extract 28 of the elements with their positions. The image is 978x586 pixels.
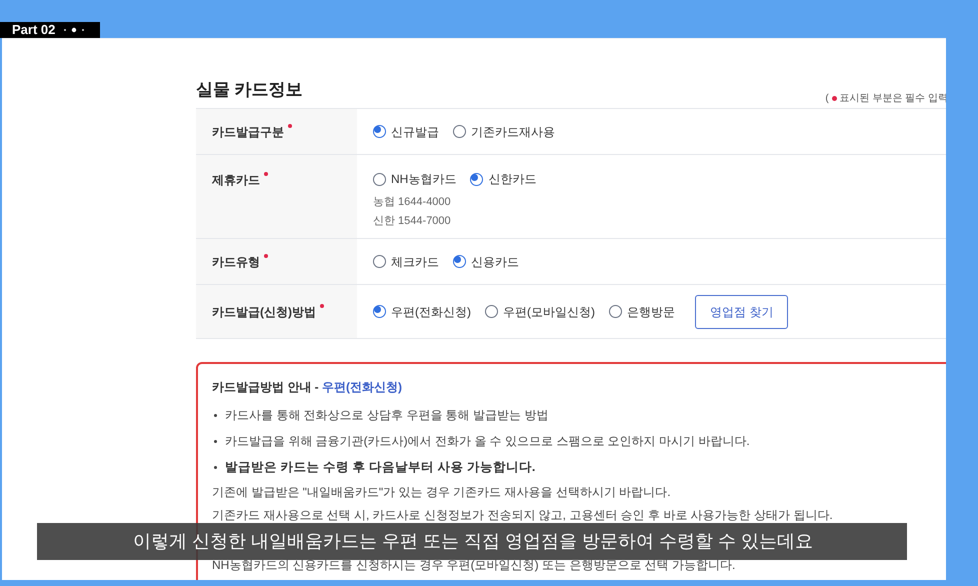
field-label: 제휴카드 bbox=[212, 172, 260, 189]
radio-option[interactable]: 신용카드 bbox=[453, 252, 519, 270]
guide-line: 카드사를 통해 전화상으로 상담후 우편을 통해 발급받는 방법 bbox=[212, 402, 946, 428]
guide-line: 기존카드 재사용으로 선택 시, 카드사로 신청정보가 전송되지 않고, 고용센터 승인 후 바로 사용가능한 상태가 됩니다. bbox=[212, 506, 834, 524]
guide-line: 발급받은 카드는 수령 후 다음날부터 사용 가능합니다. bbox=[212, 454, 946, 480]
phone-number: 신한 1544-7000 bbox=[373, 214, 452, 228]
dots-icon bbox=[63, 27, 86, 33]
subtitle: 이렇게 신청한 내일배움카드는 우편 또는 직접 영업점을 방문하여 수령할 수 있는데요 bbox=[37, 523, 907, 560]
radio-option[interactable]: 은행방문 bbox=[609, 302, 675, 320]
guide-line: 기존에 발급받은 "내일배움카드"가 있는 경우 기존카드 재사용을 선택하시기 바랍니다. bbox=[212, 484, 672, 500]
radio-option[interactable]: 체크카드 bbox=[373, 252, 439, 270]
section-title: 실물 카드정보 bbox=[196, 78, 303, 100]
phone-number: 농협 1644-4000 bbox=[373, 195, 452, 210]
guide-title: 카드발급방법 안내 - 우편(전화신청) bbox=[212, 379, 403, 396]
radio-option[interactable]: 우편(전화신청) bbox=[373, 302, 471, 320]
note-paren: ( bbox=[825, 92, 829, 106]
radio-option[interactable]: 우편(모바일신청) bbox=[485, 302, 595, 320]
field-label: 카드발급(신청)방법 bbox=[212, 304, 316, 320]
radio-option[interactable]: 신규발급 bbox=[373, 122, 439, 140]
radio-option[interactable]: 기존카드재사용 bbox=[453, 122, 555, 140]
field-label: 카드발급구분 bbox=[212, 124, 284, 140]
guide-line: NH농협카드의 신용카드를 신청하시는 경우 우편(모바일신청) 또는 은행방문으로 선택 가능합니다. bbox=[212, 557, 736, 574]
tab-label: Part 02 bbox=[12, 21, 56, 40]
guide-line: 카드발급을 위해 금융기관(카드사)에서 전화가 올 수 있으므로 스팸으로 오인하지 마시기 바랍니다. bbox=[212, 428, 946, 454]
radio-option[interactable]: 신한카드 bbox=[470, 170, 536, 188]
branch-search-button[interactable]: 영업점 찾기 bbox=[695, 294, 788, 328]
field-label: 카드유형 bbox=[212, 254, 260, 270]
radio-option[interactable]: NH농협카드 bbox=[373, 170, 456, 188]
